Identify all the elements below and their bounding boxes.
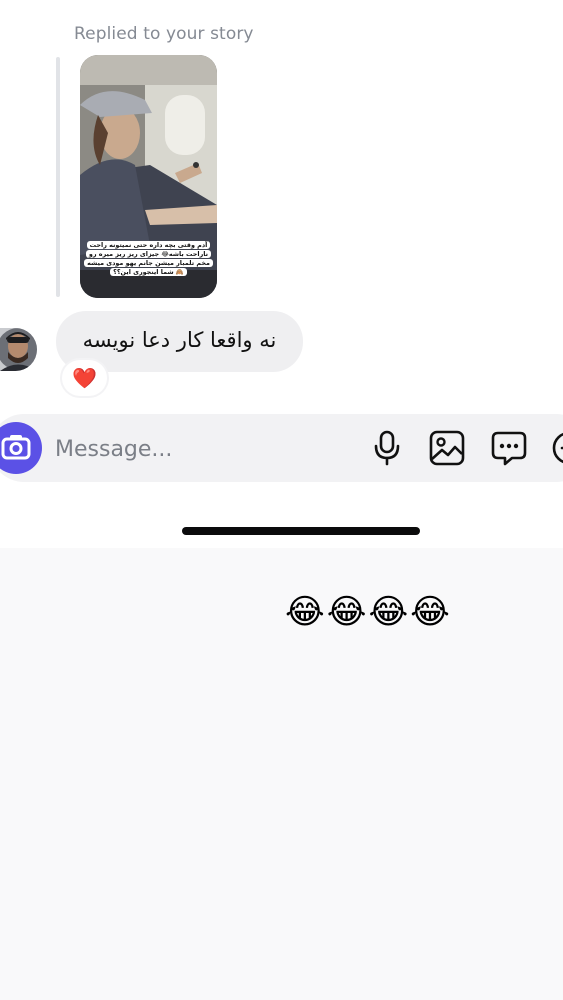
draft-text[interactable]: 😂😂😂😂 <box>285 592 452 632</box>
microphone-icon <box>374 430 400 466</box>
chat-thread: Replied to your story آدم وقتی بچه داره … <box>0 0 563 548</box>
add-icon <box>552 432 563 464</box>
image-gallery-icon <box>429 430 465 466</box>
message-input[interactable] <box>55 434 355 464</box>
reply-indicator-bar <box>56 57 60 297</box>
replied-to-story-label: Replied to your story <box>74 24 254 44</box>
message-text: نه واقعا کار دعا نویسه <box>82 328 277 352</box>
camera-icon <box>1 435 31 460</box>
sticker-button[interactable] <box>490 429 528 467</box>
story-thumbnail[interactable]: آدم وقتی بچه داره حتی نمیتونه راحت ناراح… <box>80 55 217 298</box>
heart-reaction[interactable]: ❤️ <box>62 360 107 396</box>
avatar[interactable] <box>0 328 37 371</box>
compose-pane[interactable] <box>0 548 563 1000</box>
home-indicator[interactable] <box>182 527 420 535</box>
avatar-image <box>0 328 37 371</box>
story-caption: آدم وقتی بچه داره حتی نمیتونه راحت ناراح… <box>84 241 213 277</box>
camera-button[interactable] <box>0 422 42 474</box>
sticker-chat-icon <box>491 431 527 466</box>
microphone-button[interactable] <box>368 429 406 467</box>
gallery-button[interactable] <box>428 429 466 467</box>
add-button[interactable] <box>550 429 563 467</box>
